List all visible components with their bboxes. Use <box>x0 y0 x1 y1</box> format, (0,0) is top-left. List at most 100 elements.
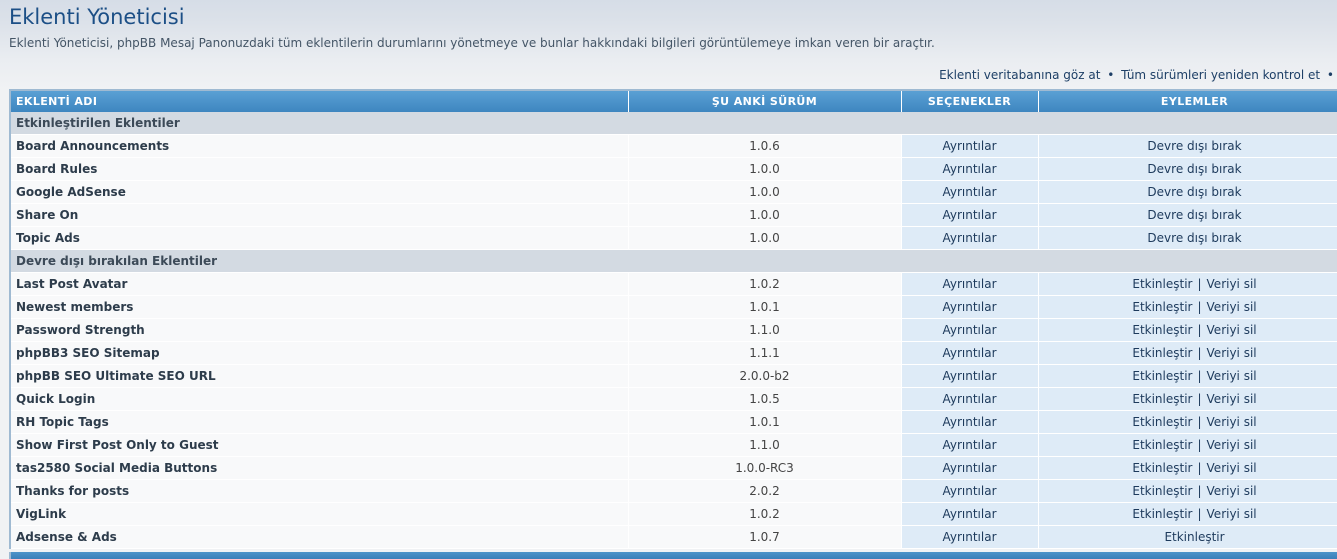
extension-name: Board Announcements <box>11 134 629 158</box>
extension-version: 1.0.6 <box>628 134 902 158</box>
details-link[interactable]: Ayrıntılar <box>942 392 996 406</box>
header-current-version: ŞU ANKİ SÜRÜM <box>628 91 902 112</box>
extension-name: VigLink <box>11 502 629 526</box>
details-link[interactable]: Ayrıntılar <box>942 415 996 429</box>
enable-link[interactable]: Etkinleştir <box>1132 461 1192 475</box>
details-link[interactable]: Ayrıntılar <box>942 208 996 222</box>
extension-version: 1.0.1 <box>628 410 902 434</box>
options-cell: Ayrıntılar <box>901 502 1039 526</box>
details-link[interactable]: Ayrıntılar <box>942 323 996 337</box>
disable-link[interactable]: Devre dışı bırak <box>1147 185 1241 199</box>
actions-cell: Etkinleştir | Veriyi sil <box>1038 456 1337 480</box>
disable-link[interactable]: Devre dışı bırak <box>1147 208 1241 222</box>
enable-link[interactable]: Etkinleştir <box>1132 392 1192 406</box>
options-cell: Ayrıntılar <box>901 341 1039 365</box>
action-separator: | <box>1197 507 1202 521</box>
actions-cell: Etkinleştir | Veriyi sil <box>1038 364 1337 388</box>
delete-data-link[interactable]: Veriyi sil <box>1207 461 1257 475</box>
table-row: Newest members 1.0.1 Ayrıntılar Etkinleştir… <box>11 295 1337 319</box>
table-row: Board Announcements 1.0.6 Ayrıntılar Devre … <box>11 134 1337 158</box>
options-cell: Ayrıntılar <box>901 479 1039 503</box>
delete-data-link[interactable]: Veriyi sil <box>1207 392 1257 406</box>
action-separator: | <box>1197 346 1202 360</box>
disable-link[interactable]: Devre dışı bırak <box>1147 162 1241 176</box>
enable-link[interactable]: Etkinleştir <box>1132 507 1192 521</box>
extension-name: phpBB3 SEO Sitemap <box>11 341 629 365</box>
details-link[interactable]: Ayrıntılar <box>942 162 996 176</box>
extension-name: RH Topic Tags <box>11 410 629 434</box>
details-link[interactable]: Ayrıntılar <box>942 530 996 544</box>
extensions-table-body: Etkinleştirilen Eklentiler Board Announce… <box>11 112 1337 549</box>
table-row: phpBB3 SEO Sitemap 1.1.1 Ayrıntılar Etkinle… <box>11 341 1337 365</box>
extension-name: tas2580 Social Media Buttons <box>11 456 629 480</box>
page-title: Eklenti Yöneticisi <box>9 5 185 29</box>
browse-extension-db-link[interactable]: Eklenti veritabanına göz at <box>939 68 1100 82</box>
delete-data-link[interactable]: Veriyi sil <box>1207 507 1257 521</box>
delete-data-link[interactable]: Veriyi sil <box>1207 277 1257 291</box>
actions-cell: Etkinleştir | Veriyi sil <box>1038 318 1337 342</box>
extension-name: Thanks for posts <box>11 479 629 503</box>
delete-data-link[interactable]: Veriyi sil <box>1207 323 1257 337</box>
disable-link[interactable]: Devre dışı bırak <box>1147 231 1241 245</box>
extension-version: 1.1.0 <box>628 433 902 457</box>
options-cell: Ayrıntılar <box>901 134 1039 158</box>
extension-name: Google AdSense <box>11 180 629 204</box>
delete-data-link[interactable]: Veriyi sil <box>1207 415 1257 429</box>
details-link[interactable]: Ayrıntılar <box>942 277 996 291</box>
options-cell: Ayrıntılar <box>901 318 1039 342</box>
table-row: Password Strength 1.1.0 Ayrıntılar Etkinleş… <box>11 318 1337 342</box>
delete-data-link[interactable]: Veriyi sil <box>1207 346 1257 360</box>
details-link[interactable]: Ayrıntılar <box>942 461 996 475</box>
options-cell: Ayrıntılar <box>901 180 1039 204</box>
details-link[interactable]: Ayrıntılar <box>942 438 996 452</box>
header-extension-name: EKLENTİ ADI <box>11 91 629 112</box>
details-link[interactable]: Ayrıntılar <box>942 139 996 153</box>
extension-version: 1.0.2 <box>628 502 902 526</box>
details-link[interactable]: Ayrıntılar <box>942 300 996 314</box>
extension-name: Show First Post Only to Guest <box>11 433 629 457</box>
extension-version: 1.0.0 <box>628 157 902 181</box>
options-cell: Ayrıntılar <box>901 157 1039 181</box>
enable-link[interactable]: Etkinleştir <box>1164 530 1224 544</box>
top-links: Eklenti veritabanına göz at • Tüm sürüml… <box>939 68 1337 82</box>
delete-data-link[interactable]: Veriyi sil <box>1207 369 1257 383</box>
details-link[interactable]: Ayrıntılar <box>942 484 996 498</box>
enable-link[interactable]: Etkinleştir <box>1132 415 1192 429</box>
table-header-row: EKLENTİ ADI ŞU ANKİ SÜRÜM SEÇENEKLER EYL… <box>11 91 1337 112</box>
extension-version: 1.0.2 <box>628 272 902 296</box>
disable-link[interactable]: Devre dışı bırak <box>1147 139 1241 153</box>
enable-link[interactable]: Etkinleştir <box>1132 369 1192 383</box>
enable-link[interactable]: Etkinleştir <box>1132 323 1192 337</box>
extensions-table-container: EKLENTİ ADI ŞU ANKİ SÜRÜM SEÇENEKLER EYL… <box>9 89 1337 549</box>
table-row: phpBB SEO Ultimate SEO URL 2.0.0-b2 Ayrınt… <box>11 364 1337 388</box>
action-separator: | <box>1197 392 1202 406</box>
enable-link[interactable]: Etkinleştir <box>1132 300 1192 314</box>
page-description: Eklenti Yöneticisi, phpBB Mesaj Panonuzd… <box>9 36 935 50</box>
recheck-all-versions-link[interactable]: Tüm sürümleri yeniden kontrol et <box>1121 68 1320 82</box>
delete-data-link[interactable]: Veriyi sil <box>1207 300 1257 314</box>
extension-name: Share On <box>11 203 629 227</box>
enable-link[interactable]: Etkinleştir <box>1132 484 1192 498</box>
extension-name: Adsense & Ads <box>11 525 629 549</box>
delete-data-link[interactable]: Veriyi sil <box>1207 438 1257 452</box>
table-footer-bar <box>9 552 1337 559</box>
details-link[interactable]: Ayrıntılar <box>942 507 996 521</box>
enable-link[interactable]: Etkinleştir <box>1132 438 1192 452</box>
extensions-table: EKLENTİ ADI ŞU ANKİ SÜRÜM SEÇENEKLER EYL… <box>11 91 1337 549</box>
extension-name: Topic Ads <box>11 226 629 250</box>
actions-cell: Devre dışı bırak <box>1038 180 1337 204</box>
details-link[interactable]: Ayrıntılar <box>942 231 996 245</box>
section-disabled-extensions: Devre dışı bırakılan Eklentiler <box>11 249 1337 273</box>
details-link[interactable]: Ayrıntılar <box>942 346 996 360</box>
enable-link[interactable]: Etkinleştir <box>1132 277 1192 291</box>
enable-link[interactable]: Etkinleştir <box>1132 346 1192 360</box>
details-link[interactable]: Ayrıntılar <box>942 369 996 383</box>
table-row: Board Rules 1.0.0 Ayrıntılar Devre dışı bır… <box>11 157 1337 181</box>
extension-version: 1.0.7 <box>628 525 902 549</box>
action-separator: | <box>1197 277 1202 291</box>
details-link[interactable]: Ayrıntılar <box>942 185 996 199</box>
delete-data-link[interactable]: Veriyi sil <box>1207 484 1257 498</box>
header-actions: EYLEMLER <box>1038 91 1337 112</box>
options-cell: Ayrıntılar <box>901 433 1039 457</box>
action-separator: | <box>1197 461 1202 475</box>
